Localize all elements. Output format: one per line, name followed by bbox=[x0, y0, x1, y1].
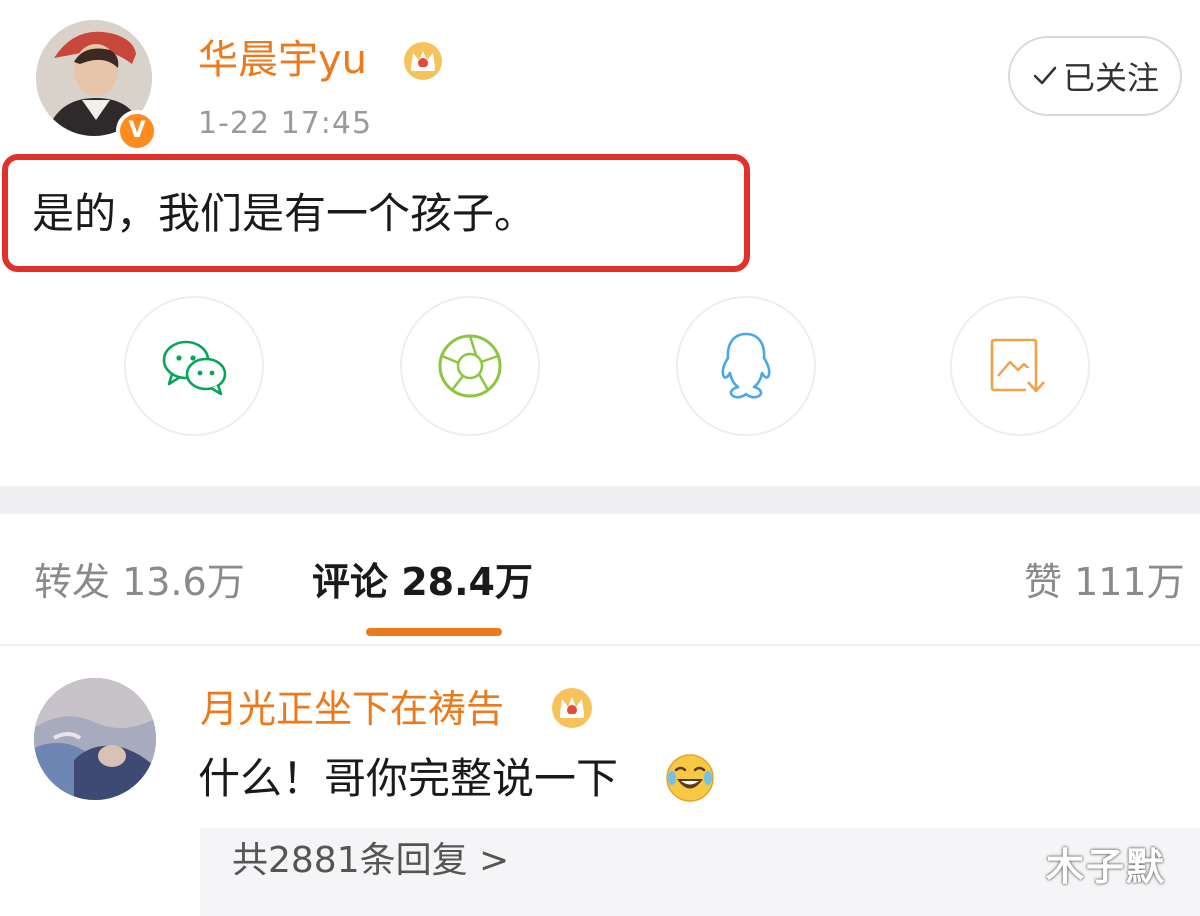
qq-icon bbox=[721, 332, 771, 399]
tab-comment[interactable]: 评论 28.4万 bbox=[312, 556, 533, 608]
section-divider bbox=[0, 486, 1200, 514]
share-wechat-button[interactable] bbox=[124, 296, 264, 436]
laughing-tears-emoji-icon bbox=[666, 754, 714, 802]
save-image-button[interactable] bbox=[950, 296, 1090, 436]
tab-like[interactable]: 赞 111万 bbox=[1024, 556, 1185, 608]
comment-text: 什么！哥你完整说一下 bbox=[198, 754, 619, 803]
commenter-avatar[interactable] bbox=[34, 678, 156, 800]
share-qq-button[interactable] bbox=[676, 296, 816, 436]
comment-author-name[interactable]: 月光正坐下在祷告 bbox=[200, 684, 504, 734]
follow-button[interactable]: 已关注 bbox=[1008, 36, 1182, 116]
post-timestamp: 1-22 17:45 bbox=[198, 106, 373, 141]
post-author-name[interactable]: 华晨宇yu bbox=[198, 34, 367, 86]
crown-badge-icon bbox=[552, 688, 592, 728]
moments-icon bbox=[438, 334, 502, 398]
verified-v-icon: V bbox=[116, 110, 158, 152]
watermark: 木子默 bbox=[1046, 845, 1167, 889]
tabs-divider bbox=[0, 644, 1200, 646]
wechat-icon bbox=[162, 340, 227, 396]
crown-badge-icon bbox=[404, 42, 442, 80]
save-image-icon bbox=[990, 338, 1046, 394]
tab-repost[interactable]: 转发 13.6万 bbox=[34, 556, 245, 608]
check-icon bbox=[1033, 66, 1057, 85]
view-replies-link[interactable]: 共2881条回复 > bbox=[232, 836, 509, 886]
active-tab-indicator bbox=[366, 628, 502, 636]
follow-button-label: 已关注 bbox=[1062, 59, 1159, 97]
share-moments-button[interactable] bbox=[400, 296, 540, 436]
post-text: 是的，我们是有一个孩子。 bbox=[32, 189, 537, 238]
